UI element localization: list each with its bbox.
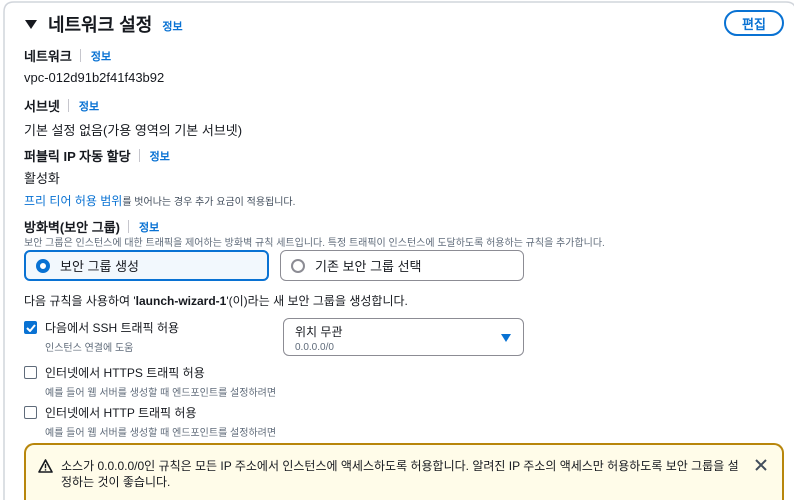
https-rule-label: 인터넷에서 HTTPS 트래픽 허용 — [45, 366, 205, 380]
https-checkbox[interactable] — [24, 366, 37, 379]
warning-alert: 소스가 0.0.0.0/0인 규칙은 모든 IP 주소에서 인스턴스에 액세스하… — [24, 443, 784, 500]
https-rule-row[interactable]: 인터넷에서 HTTPS 트래픽 허용 예를 들어 웹 서버를 생성할 때 엔드포… — [24, 364, 276, 399]
select-value: 위치 무관 — [295, 325, 343, 339]
close-icon[interactable] — [754, 458, 768, 472]
radio-selected-icon[interactable] — [36, 258, 50, 273]
network-settings-panel: 네트워크 설정 정보 편집 네트워크 정보 vpc-012d91b2f41f43… — [0, 0, 794, 500]
rules-suffix: '(이)라는 새 보안 그룹을 생성합니다. — [226, 294, 408, 308]
ssh-rule-sub: 인스턴스 연결에 도움 — [45, 343, 134, 354]
divider — [138, 149, 140, 162]
free-tier-link[interactable]: 프리 티어 허용 범위 — [24, 194, 122, 208]
public-ip-info-link[interactable]: 정보 — [150, 148, 170, 164]
ssh-source-select[interactable]: 위치 무관 0.0.0.0/0 — [283, 318, 524, 356]
ssh-rule-row[interactable]: 다음에서 SSH 트래픽 허용 인스턴스 연결에 도움 — [24, 319, 179, 354]
option-label: 기존 보안 그룹 선택 — [315, 259, 422, 274]
ssh-rule-label: 다음에서 SSH 트래픽 허용 — [45, 321, 180, 335]
radio-unselected-icon[interactable] — [291, 258, 305, 273]
divider — [67, 99, 69, 112]
http-rule-sub: 예를 들어 웹 서버를 생성할 때 엔드포인트를 설정하려면 — [45, 428, 277, 439]
public-ip-value: 활성화 — [24, 171, 60, 186]
warning-message: 소스가 0.0.0.0/0인 규칙은 모든 IP 주소에서 인스턴스에 액세스하… — [61, 459, 739, 489]
free-tier-note-text: 를 벗어나는 경우 추가 요금이 적용됩니다. — [122, 197, 296, 208]
public-ip-label: 퍼블릭 IP 자동 할당 — [24, 149, 131, 164]
public-ip-label-row: 퍼블릭 IP 자동 할당 정보 — [24, 146, 170, 165]
security-group-name: launch-wizard-1 — [135, 294, 227, 308]
section-header[interactable]: 네트워크 설정 정보 — [24, 11, 183, 37]
subnet-label-row: 서브넷 정보 — [24, 96, 99, 115]
divider — [79, 49, 81, 62]
firewall-info-link[interactable]: 정보 — [139, 219, 159, 235]
caret-down-icon[interactable] — [24, 17, 38, 31]
http-rule-label: 인터넷에서 HTTP 트래픽 허용 — [45, 406, 197, 420]
subnet-info-link[interactable]: 정보 — [79, 98, 99, 114]
ssh-checkbox[interactable] — [24, 321, 37, 334]
https-rule-sub: 예를 들어 웹 서버를 생성할 때 엔드포인트를 설정하려면 — [45, 388, 277, 399]
free-tier-note: 프리 티어 허용 범위를 벗어나는 경우 추가 요금이 적용됩니다. — [24, 192, 295, 209]
rules-description: 다음 규칙을 사용하여 'launch-wizard-1'(이)라는 새 보안 … — [24, 292, 408, 309]
network-label-row: 네트워크 정보 — [24, 46, 111, 65]
divider — [128, 220, 129, 233]
check-icon — [25, 323, 36, 332]
select-existing-group-option[interactable]: 기존 보안 그룹 선택 — [280, 250, 524, 281]
firewall-description: 보안 그룹은 인스턴스에 대한 트래픽을 제어하는 방화벽 규칙 세트입니다. … — [24, 238, 605, 249]
network-info-link[interactable]: 정보 — [91, 48, 111, 64]
header-info-link[interactable]: 정보 — [162, 18, 182, 34]
create-security-group-option[interactable]: 보안 그룹 생성 — [24, 250, 269, 281]
http-rule-row[interactable]: 인터넷에서 HTTP 트래픽 허용 예를 들어 웹 서버를 생성할 때 엔드포인… — [24, 404, 276, 439]
option-label: 보안 그룹 생성 — [60, 259, 139, 274]
dropdown-arrow-icon — [501, 334, 511, 342]
warning-icon — [38, 459, 53, 473]
select-sub: 0.0.0.0/0 — [295, 342, 334, 353]
section-title: 네트워크 설정 — [48, 15, 153, 35]
subnet-value: 기본 설정 없음(가용 영역의 기본 서브넷) — [24, 123, 243, 138]
network-value: vpc-012d91b2f41f43b92 — [24, 70, 165, 85]
http-checkbox[interactable] — [24, 406, 37, 419]
network-label: 네트워크 — [24, 49, 72, 64]
subnet-label: 서브넷 — [24, 99, 60, 114]
rules-prefix: 다음 규칙을 사용하여 ' — [24, 294, 136, 308]
edit-button[interactable]: 편집 — [724, 10, 784, 36]
